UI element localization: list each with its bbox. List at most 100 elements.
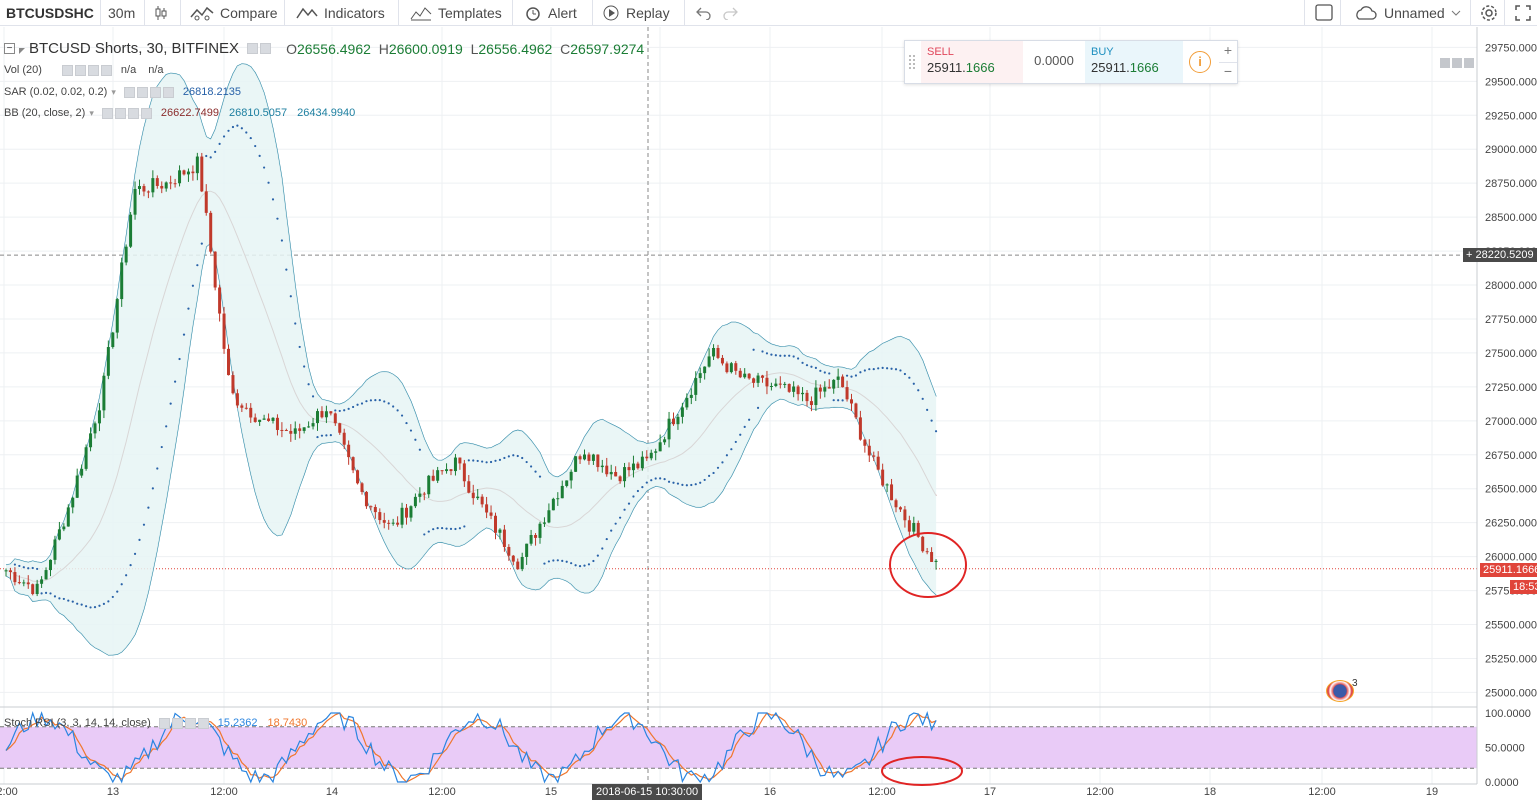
- events-badge[interactable]: 3: [1326, 678, 1358, 707]
- sar-dot: [712, 471, 715, 475]
- candle-body: [427, 475, 431, 495]
- candle-body: [462, 463, 466, 482]
- candle-body: [320, 411, 324, 418]
- price-tick-label: 26000.0000: [1485, 552, 1537, 564]
- stoch-rsi-legend[interactable]: Stoch RSI (3, 3, 14, 14, close) 15.2362 …: [4, 717, 307, 729]
- info-icon[interactable]: i: [1189, 51, 1211, 73]
- candle-body: [725, 363, 729, 373]
- collapse-legend-icon[interactable]: −: [4, 43, 15, 54]
- pane-controls[interactable]: [1440, 58, 1474, 68]
- buy-button[interactable]: BUY 25911.1666: [1085, 41, 1183, 83]
- candle-body: [17, 582, 21, 584]
- candle-body: [551, 498, 555, 511]
- minus-button[interactable]: −: [1219, 62, 1237, 82]
- sar-dot: [552, 559, 555, 562]
- sell-button[interactable]: SELL 25911.1666: [921, 41, 1023, 83]
- sar-dot: [667, 480, 671, 483]
- candle: [551, 497, 555, 511]
- candle-body: [832, 379, 836, 389]
- candle-body: [209, 212, 213, 252]
- sell-label: SELL: [927, 46, 954, 58]
- candle-body: [227, 348, 230, 376]
- ohlc-values: O26556.4962 H26600.0919 L26556.4962 C265…: [286, 40, 645, 57]
- sar-dot: [681, 483, 684, 486]
- candle-body: [307, 426, 311, 428]
- candle-body: [774, 383, 778, 386]
- candle: [129, 212, 133, 248]
- sar-dot: [525, 460, 528, 464]
- candle-body: [387, 522, 391, 524]
- sar-dot: [890, 367, 893, 370]
- candle-body: [672, 418, 675, 425]
- sar-legend[interactable]: SAR (0.02, 0.02, 0.2) ▾ 26818.2135: [4, 86, 241, 98]
- candle-body: [445, 469, 449, 472]
- sar-dot: [779, 354, 782, 357]
- candle-body: [49, 559, 52, 571]
- candle-body: [627, 467, 631, 471]
- candle-body: [31, 584, 35, 595]
- candle-body: [761, 375, 764, 378]
- candle-body: [934, 560, 938, 562]
- bb-name: BB (20, close, 2): [4, 107, 86, 119]
- sar-dot: [516, 454, 519, 458]
- candle-body: [4, 570, 8, 572]
- legend-action-icons[interactable]: [247, 43, 272, 54]
- price-tick-label: 29000.0000: [1485, 144, 1537, 156]
- sar-dot: [387, 402, 390, 405]
- price-tick-label: 25500.0000: [1485, 620, 1537, 632]
- sar-value: 26818.2135: [182, 86, 241, 98]
- buy-label: BUY: [1091, 46, 1114, 58]
- sar-dot: [828, 372, 831, 375]
- candle-body: [534, 535, 538, 538]
- sar-dot: [325, 434, 328, 437]
- sar-dot: [263, 166, 266, 169]
- drag-handle-icon[interactable]: [909, 55, 915, 69]
- sar-dot: [441, 526, 444, 530]
- candle-body: [489, 512, 493, 516]
- sar-dot: [178, 357, 181, 361]
- candle-body: [195, 156, 199, 174]
- sar-dot: [743, 425, 746, 428]
- time-tick-label: 15: [545, 786, 557, 797]
- legend-action-icons[interactable]: [123, 86, 175, 98]
- candle-body: [115, 299, 119, 333]
- sar-dot: [845, 374, 849, 377]
- chart-canvas[interactable]: 29750.0000 29500.0000 29250.0000 29000.0000…: [0, 0, 1537, 797]
- sar-dot: [659, 477, 662, 480]
- sar-dot: [619, 516, 622, 519]
- arrow-down-icon: [1440, 58, 1450, 68]
- candle-body: [894, 500, 898, 508]
- candle-body: [516, 561, 520, 570]
- candle-body: [565, 480, 569, 486]
- candle-body: [102, 375, 106, 411]
- candle-body: [409, 506, 413, 518]
- candle-body: [204, 191, 208, 213]
- candle-body: [716, 347, 720, 358]
- bb-legend[interactable]: BB (20, close, 2) ▾ 26622.7499 26810.505…: [4, 107, 355, 119]
- sar-dot: [463, 525, 466, 528]
- plus-button[interactable]: +: [1219, 42, 1237, 62]
- sar-dot: [703, 478, 706, 482]
- vol-legend[interactable]: Vol (20) n/a n/a: [4, 64, 164, 76]
- candle-body: [925, 551, 929, 553]
- price-tick-label: 27500.0000: [1485, 348, 1537, 360]
- crosshair-price-tag: + 28220.5209: [1463, 248, 1537, 262]
- candle: [31, 583, 35, 596]
- legend-action-icons[interactable]: [61, 64, 113, 76]
- candle-body: [418, 493, 422, 497]
- candle: [494, 512, 497, 540]
- chevron-down-icon: ▾: [111, 86, 116, 97]
- price-tick-label: 29500.0000: [1485, 76, 1537, 88]
- sar-dot: [472, 459, 475, 462]
- candle-body: [583, 454, 586, 460]
- sar-dot: [561, 559, 564, 563]
- sar-dot: [921, 397, 924, 400]
- legend-action-icons[interactable]: [158, 717, 210, 729]
- sar-dot: [583, 564, 586, 567]
- time-tick-label: 12:00: [1308, 786, 1336, 797]
- candle-body: [66, 507, 70, 527]
- candle-body: [872, 455, 876, 457]
- candle-body: [609, 471, 613, 475]
- candle-body: [178, 170, 182, 184]
- legend-action-icons[interactable]: [101, 107, 153, 119]
